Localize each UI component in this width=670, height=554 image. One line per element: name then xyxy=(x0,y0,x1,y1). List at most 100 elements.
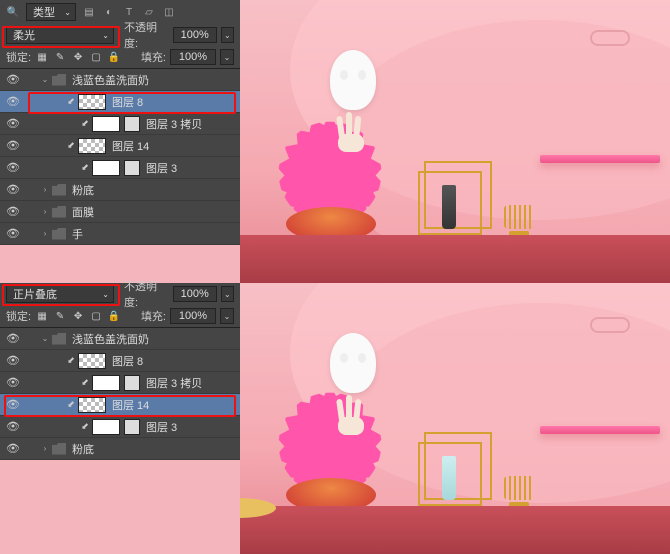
filter-adjust-icon[interactable]: ◐ xyxy=(102,5,116,19)
layer-thumbnail[interactable] xyxy=(78,353,106,369)
visibility-icon[interactable]: 👁 xyxy=(4,161,22,174)
layer-thumbnail[interactable] xyxy=(78,138,106,154)
visibility-icon[interactable]: 👁 xyxy=(4,354,22,367)
layer-thumbnail[interactable] xyxy=(92,375,120,391)
layer-name[interactable]: 浅蓝色盖洗面奶 xyxy=(72,72,149,88)
layer-name[interactable]: 粉底 xyxy=(72,441,94,457)
visibility-icon[interactable]: 👁 xyxy=(4,227,22,240)
layer-name[interactable]: 图层 14 xyxy=(112,138,149,154)
layer-row[interactable]: 👁⬋图层 14 xyxy=(0,135,240,157)
opacity-chevron[interactable]: ⌄ xyxy=(221,286,234,302)
blend-row: 正片叠底⌄ 不透明度: 100% ⌄ xyxy=(0,283,240,305)
layer-row[interactable]: 👁⬋图层 3 xyxy=(0,416,240,438)
layer-thumbnail[interactable] xyxy=(78,397,106,413)
lock-brush-icon[interactable]: ✎ xyxy=(53,50,67,64)
visibility-icon[interactable]: 👁 xyxy=(4,332,22,345)
blend-mode-value: 正片叠底 xyxy=(13,286,57,302)
face-mask xyxy=(330,333,376,393)
lock-label: 锁定: xyxy=(6,308,31,324)
face-mask xyxy=(330,50,376,110)
layer-name[interactable]: 面膜 xyxy=(72,204,94,220)
lock-artboard-icon[interactable]: ▢ xyxy=(89,50,103,64)
disclosure-triangle[interactable]: › xyxy=(40,444,50,453)
layer-mask-thumbnail[interactable] xyxy=(124,116,140,132)
layer-row[interactable]: 👁 ⬋ 图层 8 xyxy=(0,91,240,113)
layer-row[interactable]: 👁 ⌄ 浅蓝色盖洗面奶 xyxy=(0,69,240,91)
visibility-icon[interactable]: 👁 xyxy=(4,420,22,433)
layer-name[interactable]: 图层 3 拷贝 xyxy=(146,375,202,391)
visibility-icon[interactable]: 👁 xyxy=(4,139,22,152)
disclosure-triangle[interactable]: › xyxy=(40,185,50,194)
layer-mask-thumbnail[interactable] xyxy=(124,419,140,435)
layer-row[interactable]: 👁⬋图层 3 xyxy=(0,157,240,179)
lock-move-icon[interactable]: ✥ xyxy=(71,50,85,64)
visibility-icon[interactable]: 👁 xyxy=(4,442,22,455)
layer-row[interactable]: 👁 › 面膜 xyxy=(0,201,240,223)
clip-link-icon: ⬋ xyxy=(66,355,76,366)
layer-mask-thumbnail[interactable] xyxy=(124,375,140,391)
layer-thumbnail[interactable] xyxy=(78,94,106,110)
layer-row[interactable]: 👁 › 粉底 xyxy=(0,179,240,201)
layer-thumbnail[interactable] xyxy=(92,419,120,435)
lock-transparent-icon[interactable]: ▦ xyxy=(35,50,49,64)
layer-name[interactable]: 图层 3 拷贝 xyxy=(146,116,202,132)
layer-row[interactable]: 👁 › 手 xyxy=(0,223,240,245)
visibility-icon[interactable]: 👁 xyxy=(4,205,22,218)
layer-row[interactable]: 👁⬋图层 14 xyxy=(0,394,240,416)
layer-mask-thumbnail[interactable] xyxy=(124,160,140,176)
layer-name[interactable]: 图层 8 xyxy=(112,94,143,110)
clip-link-icon: ⬋ xyxy=(66,96,76,107)
visibility-icon[interactable]: 👁 xyxy=(4,376,22,389)
visibility-icon[interactable]: 👁 xyxy=(4,95,22,108)
layer-row[interactable]: 👁⬋图层 3 拷贝 xyxy=(0,113,240,135)
fill-chevron[interactable]: ⌄ xyxy=(220,308,234,324)
lock-brush-icon[interactable]: ✎ xyxy=(53,309,67,323)
layer-thumbnail[interactable] xyxy=(92,160,120,176)
lock-artboard-icon[interactable]: ▢ xyxy=(89,309,103,323)
fill-value[interactable]: 100% xyxy=(170,49,216,65)
disclosure-triangle[interactable]: ⌄ xyxy=(40,334,50,343)
filter-row: 🔍 类型⌄ ▤ ◐ T ▱ ◫ xyxy=(0,0,240,24)
filter-text-icon[interactable]: T xyxy=(122,5,136,19)
filter-kind-dropdown[interactable]: 类型⌄ xyxy=(26,3,76,21)
blend-mode-dropdown[interactable]: 柔光⌄ xyxy=(6,26,114,44)
layer-name[interactable]: 图层 14 xyxy=(112,397,149,413)
disclosure-triangle[interactable]: ⌄ xyxy=(40,75,50,84)
layer-name[interactable]: 图层 8 xyxy=(112,353,143,369)
lock-all-icon[interactable]: 🔒 xyxy=(107,309,121,323)
layer-row[interactable]: 👁 ⬋ 图层 8 xyxy=(0,350,240,372)
clip-link-icon: ⬋ xyxy=(80,377,90,388)
layer-name[interactable]: 浅蓝色盖洗面奶 xyxy=(72,331,149,347)
layer-row[interactable]: 👁 ⌄ 浅蓝色盖洗面奶 xyxy=(0,328,240,350)
visibility-icon[interactable]: 👁 xyxy=(4,398,22,411)
visibility-icon[interactable]: 👁 xyxy=(4,183,22,196)
lock-row: 锁定: ▦ ✎ ✥ ▢ 🔒 填充: 100% ⌄ xyxy=(0,305,240,327)
opacity-value[interactable]: 100% xyxy=(173,27,217,43)
layers-panel-top: 🔍 类型⌄ ▤ ◐ T ▱ ◫ 柔光⌄ 不透明度: 100% ⌄ 锁定: ▦ ✎… xyxy=(0,0,240,245)
lock-move-icon[interactable]: ✥ xyxy=(71,309,85,323)
layer-name[interactable]: 图层 3 xyxy=(146,419,177,435)
visibility-icon[interactable]: 👁 xyxy=(4,73,22,86)
folder-icon xyxy=(52,74,66,86)
layer-name[interactable]: 粉底 xyxy=(72,182,94,198)
lock-transparent-icon[interactable]: ▦ xyxy=(35,309,49,323)
opacity-chevron[interactable]: ⌄ xyxy=(221,27,234,43)
layer-list: 👁⌄浅蓝色盖洗面奶👁⬋图层 8👁⬋图层 3 拷贝👁⬋图层 14👁⬋图层 3👁›粉… xyxy=(0,328,240,460)
filter-smart-icon[interactable]: ◫ xyxy=(162,5,176,19)
blend-mode-dropdown[interactable]: 正片叠底⌄ xyxy=(6,285,114,303)
layer-row[interactable]: 👁 ⬋ 图层 3 拷贝 xyxy=(0,372,240,394)
fill-value[interactable]: 100% xyxy=(170,308,216,324)
disclosure-triangle[interactable]: › xyxy=(40,229,50,238)
lock-all-icon[interactable]: 🔒 xyxy=(107,50,121,64)
fill-chevron[interactable]: ⌄ xyxy=(220,49,234,65)
layer-thumbnail[interactable] xyxy=(92,116,120,132)
folder-icon xyxy=(52,443,66,455)
layer-name[interactable]: 手 xyxy=(72,226,83,242)
layer-row[interactable]: 👁 › 粉底 xyxy=(0,438,240,460)
visibility-icon[interactable]: 👁 xyxy=(4,117,22,130)
opacity-value[interactable]: 100% xyxy=(173,286,217,302)
disclosure-triangle[interactable]: › xyxy=(40,207,50,216)
filter-shape-icon[interactable]: ▱ xyxy=(142,5,156,19)
layer-name[interactable]: 图层 3 xyxy=(146,160,177,176)
filter-image-icon[interactable]: ▤ xyxy=(82,5,96,19)
